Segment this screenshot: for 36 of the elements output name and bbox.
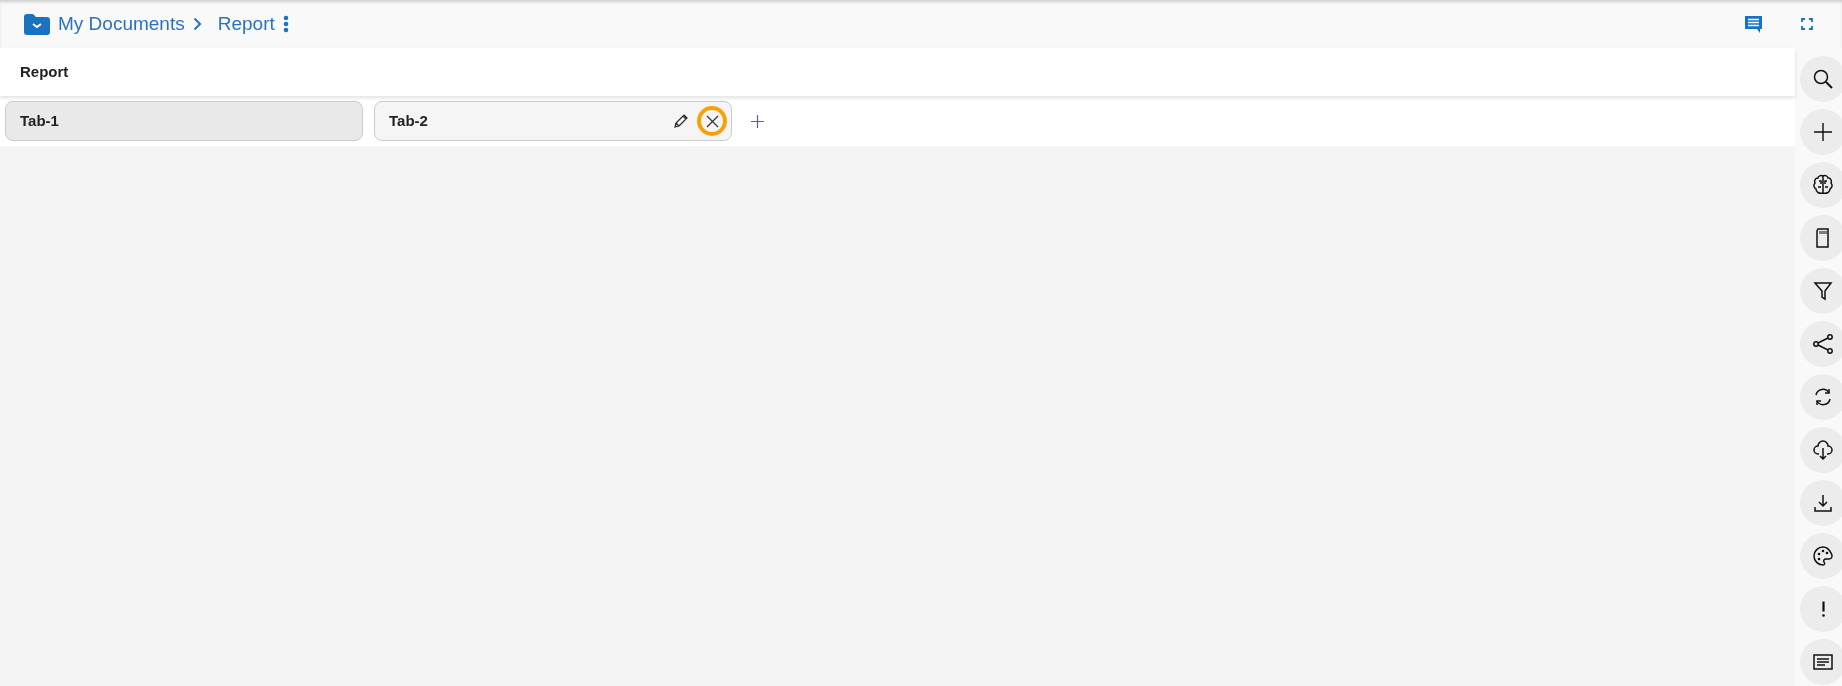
search-button[interactable] — [1800, 56, 1842, 102]
chevron-right-icon — [192, 17, 202, 31]
refresh-icon — [1812, 386, 1834, 408]
palette-icon — [1812, 545, 1834, 567]
folder-icon[interactable] — [24, 13, 50, 35]
text-box-icon — [1812, 651, 1834, 673]
share-icon — [1812, 333, 1834, 355]
cloud-download-button[interactable] — [1800, 427, 1842, 473]
tab[interactable]: Tab-1 — [5, 101, 363, 141]
filter-icon — [1812, 280, 1834, 302]
palette-button[interactable] — [1800, 533, 1842, 579]
text-box-button[interactable] — [1800, 639, 1842, 685]
more-options-icon[interactable] — [282, 15, 289, 33]
share-button[interactable] — [1800, 321, 1842, 367]
breadcrumb-link[interactable]: My Documents — [58, 9, 185, 39]
download-button[interactable] — [1800, 480, 1842, 526]
add-tab-icon[interactable] — [751, 114, 764, 128]
close-icon — [705, 114, 719, 128]
report-title: Report — [20, 61, 69, 82]
refresh-button[interactable] — [1800, 374, 1842, 420]
tab[interactable]: Tab-2 — [374, 101, 732, 141]
exclamation-icon — [1821, 601, 1825, 617]
filter-button[interactable] — [1800, 268, 1842, 314]
edit-icon[interactable] — [673, 113, 689, 129]
memory-card-button[interactable] — [1800, 215, 1842, 261]
cloud-download-icon — [1812, 439, 1834, 461]
breadcrumb-current[interactable]: Report — [217, 9, 275, 39]
plus-icon — [1812, 121, 1834, 143]
fullscreen-icon[interactable] — [1801, 18, 1813, 30]
close-button[interactable] — [697, 106, 727, 136]
brain-button[interactable] — [1800, 162, 1842, 208]
brain-icon — [1812, 174, 1834, 196]
plus-button[interactable] — [1800, 109, 1842, 155]
download-icon — [1812, 492, 1834, 514]
comment-icon[interactable] — [1745, 15, 1763, 33]
search-icon — [1812, 68, 1834, 90]
